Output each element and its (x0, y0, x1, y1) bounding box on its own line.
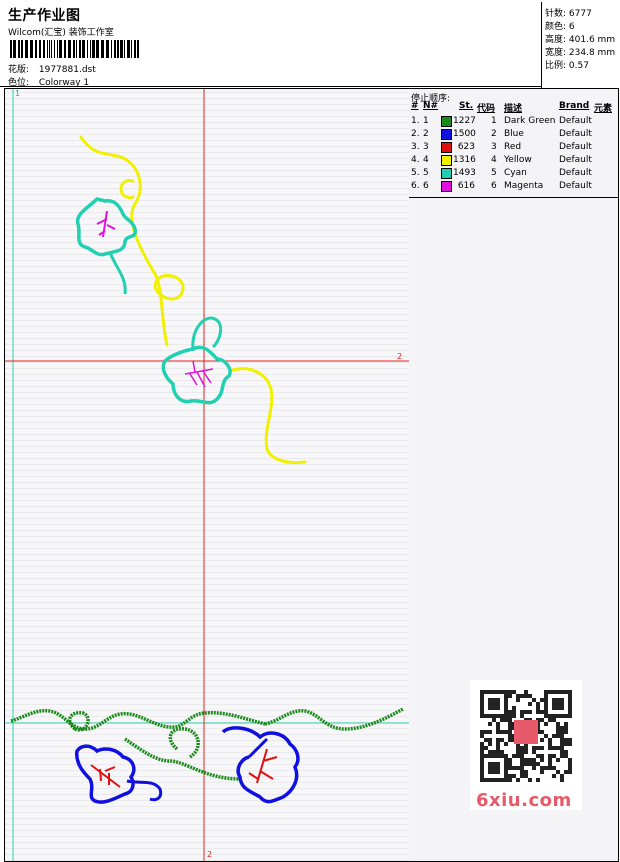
row-code: 6 (491, 181, 497, 191)
row-brand: Default (559, 155, 592, 165)
design-file-row: 花版: 1977881.dst (8, 62, 96, 75)
color-table: # N# St. 代码 描述 Brand 元素 1. 1 1227 1 Dark Gre… (409, 101, 618, 198)
row-stitches: 1227 (453, 116, 476, 126)
bottom-marker-label: 2 (207, 850, 212, 859)
stat-width: 宽度: 234.8 mm (545, 48, 616, 58)
row-n: 2 (423, 129, 429, 139)
col-elements: 元素 (594, 104, 613, 114)
page-title: 生产作业图 (8, 8, 81, 24)
header-divider (0, 86, 541, 87)
blue-leaf-right (221, 726, 300, 804)
barcode-image (10, 40, 139, 58)
col-desc: 描述 (504, 104, 523, 114)
row-brand: Default (559, 116, 592, 126)
stat-stitches: 针数: 6777 (545, 9, 592, 19)
row-n: 6 (423, 181, 429, 191)
row-n: 4 (423, 155, 429, 165)
row-num: 2. (411, 129, 420, 139)
row-num: 4. (411, 155, 420, 165)
color-row[interactable]: 1. 1 1227 1 Dark Green Default (409, 115, 618, 128)
row-desc: Dark Green (504, 116, 556, 126)
row-stitches: 1500 (453, 129, 476, 139)
design-file-label: 花版: (8, 65, 30, 75)
row-code: 2 (491, 129, 497, 139)
color-swatch (441, 181, 452, 192)
row-n: 5 (423, 168, 429, 178)
stat-scale: 比例: 0.57 (545, 61, 589, 71)
row-num: 1. (411, 116, 420, 126)
design-canvas[interactable]: 1 2 2 (4, 88, 411, 862)
row-stitches: 1493 (453, 168, 476, 178)
color-row[interactable]: 4. 4 1316 4 Yellow Default (409, 154, 618, 167)
row-brand: Default (559, 181, 592, 191)
color-table-header: # N# St. 代码 描述 Brand 元素 (409, 101, 618, 115)
row-n: 1 (423, 116, 429, 126)
row-desc: Red (504, 142, 522, 152)
top-marker-label: 1 (15, 89, 20, 98)
right-marker-label: 2 (397, 352, 402, 361)
row-desc: Yellow (504, 155, 532, 165)
stat-colors: 颜色: 6 (545, 22, 575, 32)
color-row[interactable]: 3. 3 623 3 Red Default (409, 141, 618, 154)
col-num: # (411, 101, 419, 111)
row-code: 3 (491, 142, 497, 152)
design-file-value: 1977881.dst (38, 65, 96, 75)
color-swatch (441, 155, 452, 166)
studio-name: Wilcom(汇宝) 装饰工作室 (8, 28, 114, 38)
row-stitches: 623 (457, 142, 475, 152)
row-num: 5. (411, 168, 420, 178)
row-brand: Default (559, 168, 592, 178)
watermark-text: 6xiu.com (476, 790, 572, 811)
row-code: 4 (491, 155, 497, 165)
color-swatch (441, 116, 452, 127)
row-code: 5 (491, 168, 497, 178)
stats-panel: 针数: 6777 颜色: 6 高度: 401.6 mm 宽度: 234.8 mm… (541, 2, 619, 89)
embroidery-design: 1 2 2 (5, 89, 410, 861)
color-row[interactable]: 5. 5 1493 5 Cyan Default (409, 167, 618, 180)
row-brand: Default (559, 129, 592, 139)
stat-height: 高度: 401.6 mm (545, 35, 616, 45)
cyan-leaf-upper (75, 197, 138, 295)
cyan-leaf-middle (161, 316, 232, 405)
color-swatch (441, 129, 452, 140)
color-swatch (441, 168, 452, 179)
color-row[interactable]: 2. 2 1500 2 Blue Default (409, 128, 618, 141)
row-code: 1 (491, 116, 497, 126)
row-n: 3 (423, 142, 429, 152)
col-stitches: St. (459, 101, 474, 111)
row-brand: Default (559, 142, 592, 152)
row-desc: Blue (504, 129, 524, 139)
row-num: 3. (411, 142, 420, 152)
color-swatch (441, 142, 452, 153)
row-stitches: 616 (457, 181, 475, 191)
col-brand: Brand (559, 101, 590, 111)
green-vine (10, 707, 404, 781)
col-n: N# (423, 101, 439, 111)
col-code: 代码 (477, 104, 496, 114)
yellow-vine (79, 135, 307, 465)
row-num: 6. (411, 181, 420, 191)
row-desc: Magenta (504, 181, 544, 191)
row-desc: Cyan (504, 168, 527, 178)
row-stitches: 1316 (453, 155, 476, 165)
header-panel: 生产作业图 Wilcom(汇宝) 装饰工作室 花版: 1977881.dst 色… (2, 2, 540, 88)
color-row[interactable]: 6. 6 616 6 Magenta Default (409, 180, 618, 193)
